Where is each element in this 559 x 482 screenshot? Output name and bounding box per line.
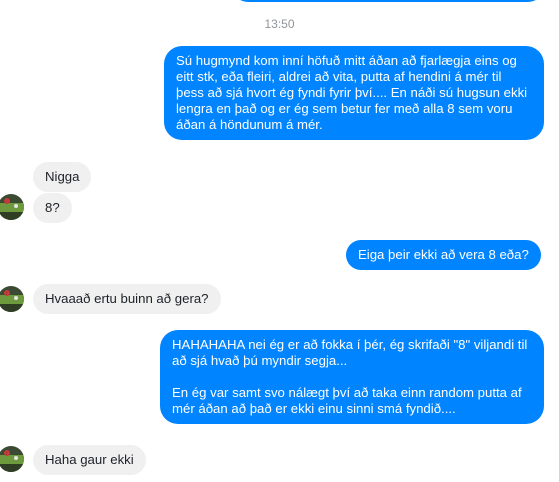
outgoing-message[interactable]: Sú hugmynd kom inní höfuð mitt áðan að f… xyxy=(164,46,544,140)
contact-avatar-icon[interactable] xyxy=(0,446,24,472)
previous-outgoing-message-bubble xyxy=(232,0,544,2)
outgoing-message[interactable]: HAHAHAHA nei ég er að fokka í þér, ég sk… xyxy=(160,330,544,424)
incoming-message[interactable]: 8? xyxy=(33,193,72,223)
avatar-photo xyxy=(0,446,24,472)
contact-avatar-icon[interactable] xyxy=(0,286,24,312)
message-timestamp: 13:50 xyxy=(264,17,295,31)
contact-avatar-icon[interactable] xyxy=(0,194,24,220)
outgoing-message[interactable]: Eiga þeir ekki að vera 8 eða? xyxy=(346,240,541,270)
incoming-message[interactable]: Nigga xyxy=(33,162,92,192)
incoming-message[interactable]: Hvaaað ertu buinn að gera? xyxy=(33,284,221,314)
messenger-conversation: 13:50 Sú hugmynd kom inní höfuð mitt áða… xyxy=(0,0,559,482)
avatar-photo xyxy=(0,286,24,312)
avatar-photo xyxy=(0,194,24,220)
incoming-message[interactable]: Haha gaur ekki xyxy=(33,445,146,475)
